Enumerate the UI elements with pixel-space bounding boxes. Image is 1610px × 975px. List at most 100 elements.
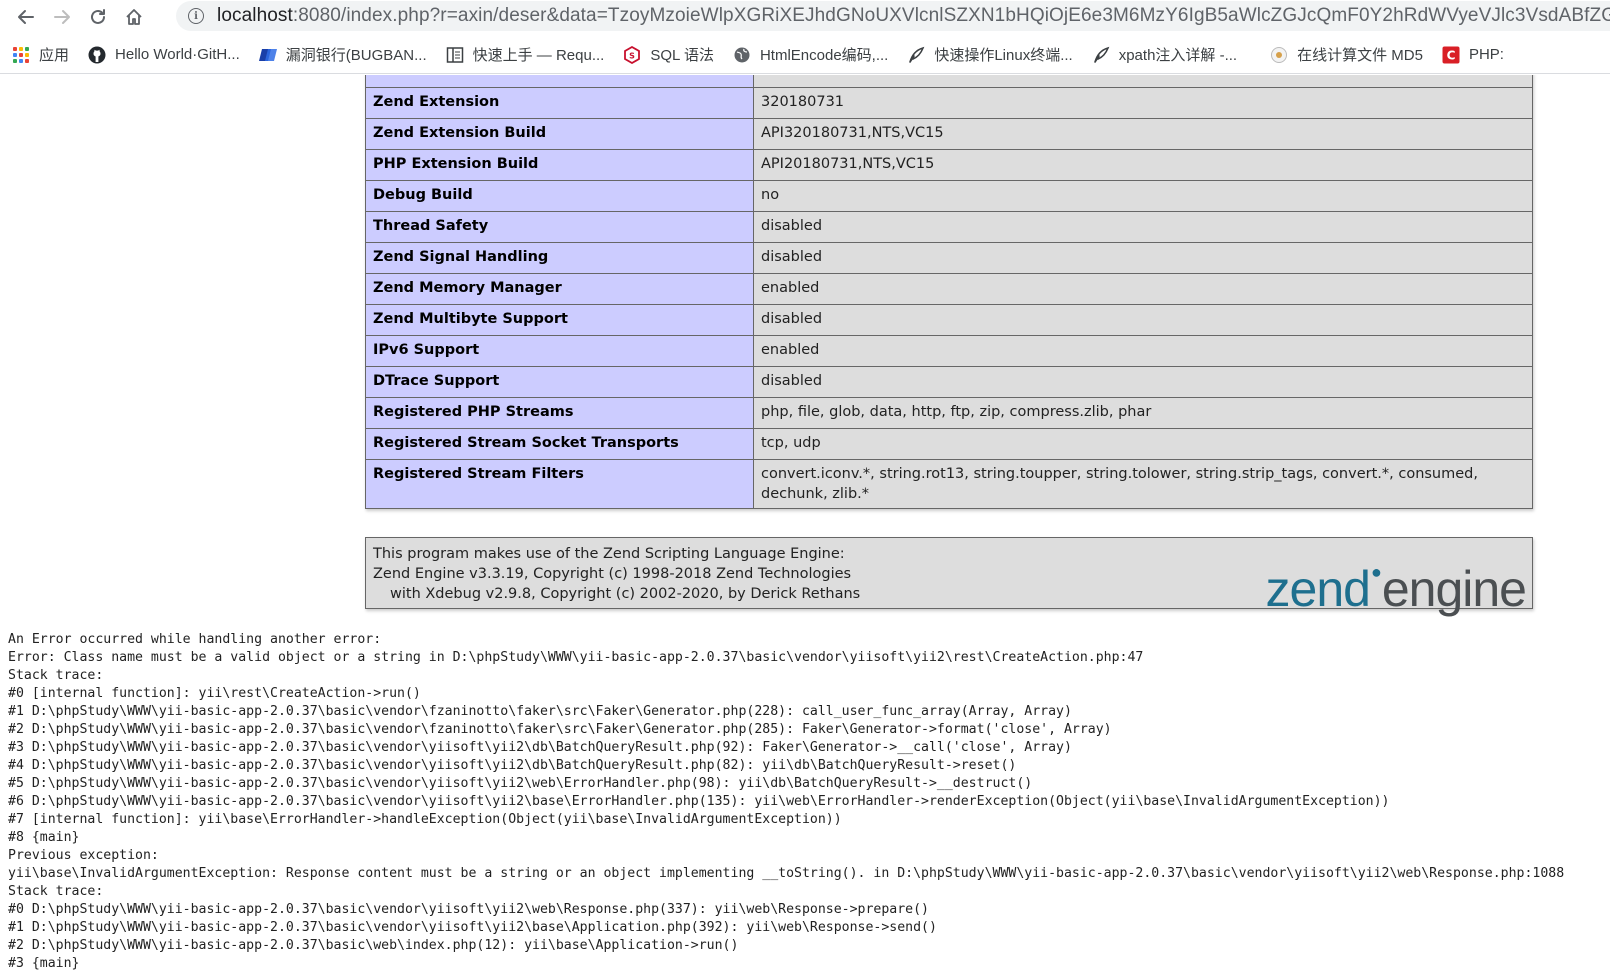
zend-engine-logo[interactable]: zend●engine [1266,540,1527,621]
error-line: #7 [internal function]: yii\base\ErrorHa… [8,812,842,827]
phpinfo-key: Registered Stream Filters [365,459,754,509]
phpinfo-key: Debug Build [365,180,754,212]
phpinfo-row: PHP Extension Build API20180731,NTS,VC15 [365,149,1533,181]
error-line: #2 D:\phpStudy\WWW\yii-basic-app-2.0.37\… [8,722,1112,737]
url-text[interactable]: localhost:8080/index.php?r=axin/deser&da… [217,5,1610,27]
phpinfo-value: convert.iconv.*, string.rot13, string.to… [753,459,1533,509]
bookmark-php[interactable]: C PHP: [1442,46,1504,64]
phpinfo-value: disabled [753,366,1533,398]
page-content: PHP Extension20180731Zend Extension32018… [0,75,1610,975]
phpinfo-value: API20180731,NTS,VC15 [753,149,1533,181]
md5-icon [1270,46,1288,64]
phpinfo-table: PHP Extension20180731Zend Extension32018… [365,75,1533,509]
phpinfo-value: disabled [753,304,1533,336]
arrow-left-icon [18,10,34,24]
bookmark-label: 快速操作Linux终端... [934,47,1073,64]
phpinfo-row: Zend Memory Manager enabled [365,273,1533,305]
bookmark-label: Hello World·GitH... [115,46,240,63]
w3school-icon: S [623,45,641,64]
back-button[interactable] [8,2,44,32]
phpinfo-key: PHP Extension Build [365,149,754,181]
phpinfo-value: 20180731 [753,75,1533,88]
bookmark-xpath[interactable]: xpath注入详解 -... [1092,44,1237,65]
phpinfo-key: PHP Extension [365,75,754,88]
phpinfo-value: disabled [753,242,1533,274]
svg-text:C: C [1447,48,1456,62]
phpinfo-value: enabled [753,273,1533,305]
site-info-icon[interactable]: i [188,8,204,24]
phpinfo-row: Zend Multibyte Support disabled [365,304,1533,336]
bookmark-bugbank[interactable]: 漏洞银行(BUGBAN... [258,44,427,65]
phpinfo-row: PHP Extension20180731 [365,75,1533,88]
reload-button[interactable] [80,2,116,32]
globe-icon [733,46,751,64]
bookmark-md5[interactable]: 在线计算文件 MD5 [1270,44,1423,65]
address-bar[interactable]: i localhost:8080/index.php?r=axin/deser&… [176,1,1610,31]
bookmark-apps[interactable]: 应用 [12,44,69,65]
bookmark-htmlencode[interactable]: HtmlEncode编码,... [733,44,888,65]
error-line: Stack trace: [8,884,104,899]
phpinfo-value: enabled [753,335,1533,367]
error-line: #5 D:\phpStudy\WWW\yii-basic-app-2.0.37\… [8,776,1033,791]
quill-icon [907,46,925,64]
bookmark-github[interactable]: Hello World·GitH... [88,46,240,64]
bookmarks-bar: 应用 Hello World·GitH... 漏洞银行(BUGBAN... 快速… [0,36,1610,74]
error-line: An Error occurred while handling another… [8,632,382,647]
bookmark-label: HtmlEncode编码,... [759,47,889,64]
phpinfo-row: Zend Signal Handling disabled [365,242,1533,274]
phpinfo-value: 320180731 [753,87,1533,119]
svg-text:S: S [629,51,635,60]
bookmark-label: xpath注入详解 -... [1118,47,1238,64]
error-line: #3 {main} [8,956,80,971]
arrow-right-icon [54,10,70,24]
reload-icon [91,9,105,24]
error-line: #1 D:\phpStudy\WWW\yii-basic-app-2.0.37\… [8,704,1072,719]
doc-icon [446,46,464,64]
quill-icon [1092,46,1110,64]
error-line: #8 {main} [8,830,80,845]
forward-button[interactable] [44,2,80,32]
phpinfo-value: php, file, glob, data, http, ftp, zip, c… [753,397,1533,429]
php-red-icon: C [1442,46,1460,64]
phpinfo-value: no [753,180,1533,212]
bugbank-icon [258,46,277,64]
phpinfo-row: Zend Extension 320180731 [365,87,1533,119]
github-icon [88,46,106,64]
error-output: An Error occurred while handling another… [8,631,1608,973]
error-line: #3 D:\phpStudy\WWW\yii-basic-app-2.0.37\… [8,740,1072,755]
error-line: Error: Class name must be a valid object… [8,650,1144,665]
phpinfo-key: Zend Memory Manager [365,273,754,305]
bookmark-label: PHP: [1468,46,1504,63]
bookmark-label: SQL 语法 [650,47,714,64]
phpinfo-row: DTrace Support disabled [365,366,1533,398]
phpinfo-row: Registered Stream Socket Transports tcp, … [365,428,1533,460]
phpinfo-key: Zend Extension Build [365,118,754,150]
error-line: Previous exception: [8,848,159,863]
error-line: #1 D:\phpStudy\WWW\yii-basic-app-2.0.37\… [8,920,937,935]
phpinfo-row: Registered Stream Filters convert.iconv.*… [365,459,1533,509]
bookmark-requests[interactable]: 快速上手 — Requ... [446,44,605,65]
bookmark-label: 快速上手 — Requ... [472,47,605,64]
phpinfo-key: Zend Multibyte Support [365,304,754,336]
phpinfo-row: IPv6 Support enabled [365,335,1533,367]
bookmark-sql[interactable]: S SQL 语法 [623,44,714,65]
error-line: #0 D:\phpStudy\WWW\yii-basic-app-2.0.37\… [8,902,929,917]
phpinfo-row: Registered PHP Streams php, file, glob, d… [365,397,1533,429]
error-line: yii\base\InvalidArgumentException: Respo… [8,866,1565,881]
zend-engine-box: This program makes use of the Zend Scrip… [365,537,1533,617]
bookmark-linux[interactable]: 快速操作Linux终端... [907,44,1073,65]
phpinfo-key: DTrace Support [365,366,754,398]
error-line: #6 D:\phpStudy\WWW\yii-basic-app-2.0.37\… [8,794,1390,809]
home-button[interactable] [116,2,152,32]
error-line: Stack trace: [8,668,104,683]
phpinfo-value: API320180731,NTS,VC15 [753,118,1533,150]
phpinfo-value: tcp, udp [753,428,1533,460]
error-line: #4 D:\phpStudy\WWW\yii-basic-app-2.0.37\… [8,758,1017,773]
phpinfo-row: Debug Build no [365,180,1533,212]
bookmark-label: 应用 [39,47,70,64]
phpinfo-row: Thread Safety disabled [365,211,1533,243]
phpinfo-key: Registered PHP Streams [365,397,754,429]
phpinfo-key: Zend Extension [365,87,754,119]
phpinfo-key: IPv6 Support [365,335,754,367]
browser-toolbar: i localhost:8080/index.php?r=axin/deser&… [0,0,1610,34]
